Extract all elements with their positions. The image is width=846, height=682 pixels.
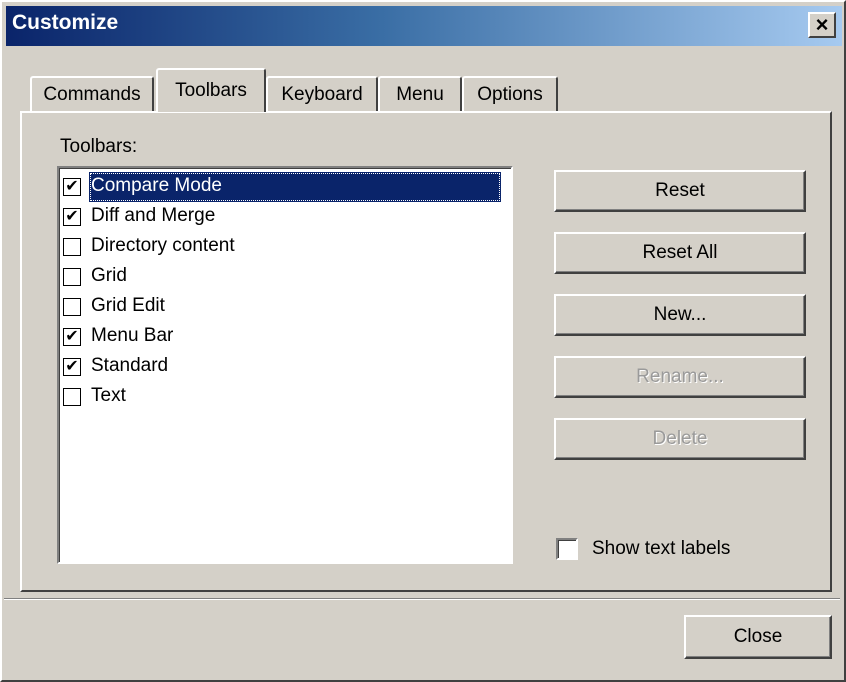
- separator: [4, 598, 840, 600]
- toolbar-item-label: Compare Mode: [91, 175, 222, 196]
- tab-commands-label: Commands: [43, 84, 141, 105]
- reset-button-label: Reset: [655, 180, 705, 201]
- empty-checkbox-icon[interactable]: [63, 388, 81, 406]
- checkbox-icon[interactable]: [556, 538, 578, 560]
- toolbar-item-label: Menu Bar: [91, 325, 174, 346]
- tab-options-label: Options: [477, 84, 543, 105]
- check-icon[interactable]: ✔: [63, 328, 81, 346]
- show-text-labels-label: Show text labels: [592, 538, 731, 559]
- title-bar[interactable]: Customize ×: [6, 6, 842, 46]
- toolbar-item-label: Directory content: [91, 235, 235, 256]
- empty-checkbox-icon[interactable]: [63, 298, 81, 316]
- delete-button[interactable]: Delete: [554, 418, 806, 460]
- check-icon[interactable]: ✔: [63, 358, 81, 376]
- rename-button[interactable]: Rename...: [554, 356, 806, 398]
- toolbar-item-menu-bar[interactable]: ✔ Menu Bar: [63, 322, 501, 352]
- tab-options[interactable]: Options: [462, 76, 558, 112]
- toolbar-item-label: Standard: [91, 355, 169, 376]
- tab-menu[interactable]: Menu: [378, 76, 462, 112]
- toolbars-label: Toolbars:: [60, 136, 138, 157]
- tab-toolbars-label: Toolbars: [175, 80, 247, 101]
- toolbar-item-text[interactable]: Text: [63, 382, 501, 412]
- close-icon[interactable]: ×: [808, 12, 836, 38]
- toolbar-item-diff-and-merge[interactable]: ✔ Diff and Merge: [63, 202, 501, 232]
- reset-button[interactable]: Reset: [554, 170, 806, 212]
- toolbar-item-grid[interactable]: Grid: [63, 262, 501, 292]
- new-button-label: New...: [653, 304, 707, 325]
- check-icon[interactable]: ✔: [63, 178, 81, 196]
- empty-checkbox-icon[interactable]: [63, 238, 81, 256]
- toolbar-item-label: Text: [91, 385, 126, 406]
- tab-keyboard-label: Keyboard: [281, 84, 363, 105]
- reset-all-button[interactable]: Reset All: [554, 232, 806, 274]
- toolbar-item-grid-edit[interactable]: Grid Edit: [63, 292, 501, 322]
- tab-menu-label: Menu: [396, 84, 444, 105]
- toolbars-listbox[interactable]: ✔ Compare Mode ✔ Diff and Merge Director…: [57, 166, 513, 564]
- toolbar-item-standard[interactable]: ✔ Standard: [63, 352, 501, 382]
- reset-all-button-label: Reset All: [642, 242, 718, 263]
- close-button[interactable]: Close: [684, 615, 832, 659]
- tab-keyboard[interactable]: Keyboard: [266, 76, 378, 112]
- tab-commands[interactable]: Commands: [30, 76, 154, 112]
- check-icon[interactable]: ✔: [63, 208, 81, 226]
- close-button-label: Close: [733, 626, 783, 647]
- tab-toolbars[interactable]: Toolbars: [156, 68, 266, 112]
- toolbar-item-directory-content[interactable]: Directory content: [63, 232, 501, 262]
- window-title: Customize: [12, 11, 119, 34]
- toolbar-item-label: Diff and Merge: [91, 205, 216, 226]
- toolbar-item-compare-mode[interactable]: ✔ Compare Mode: [63, 172, 501, 202]
- delete-button-label: Delete: [652, 428, 708, 449]
- toolbar-item-label: Grid Edit: [91, 295, 165, 316]
- toolbar-item-label: Grid: [91, 265, 127, 286]
- rename-button-label: Rename...: [636, 366, 724, 387]
- new-button[interactable]: New...: [554, 294, 806, 336]
- empty-checkbox-icon[interactable]: [63, 268, 81, 286]
